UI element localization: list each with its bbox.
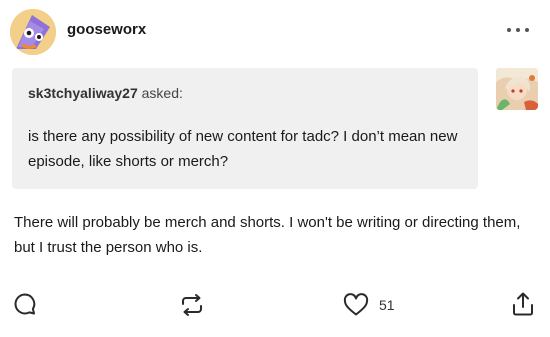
share-icon-glyph	[513, 292, 533, 316]
reply-icon[interactable]	[13, 292, 37, 316]
dot	[516, 28, 520, 32]
ask-box: sk3tchyaliway27 asked: is there any poss…	[12, 68, 478, 189]
reblog-icon-glyph	[182, 294, 202, 316]
reply-icon-glyph	[14, 293, 36, 315]
post: gooseworx sk3tchyaliway27 asked: is ther…	[0, 0, 550, 337]
question-text: is there any possibility of new content …	[28, 128, 458, 170]
like-count: 51	[379, 297, 395, 313]
dot	[525, 28, 529, 32]
dot	[507, 28, 511, 32]
asker-avatar[interactable]	[496, 68, 538, 110]
heart-icon[interactable]	[343, 293, 369, 317]
username[interactable]: gooseworx	[67, 21, 146, 38]
avatar-illustration	[10, 9, 56, 55]
asked-label: asked:	[137, 85, 183, 101]
asker-name[interactable]: sk3tchyaliway27	[28, 85, 138, 101]
heart-icon-glyph	[343, 293, 369, 316]
asker-line: sk3tchyaliway27 asked:	[28, 85, 183, 101]
share-icon[interactable]	[511, 291, 535, 317]
answer-text: There will probably be merch and shorts.…	[14, 214, 521, 256]
more-options-icon[interactable]	[507, 22, 529, 38]
reblog-icon[interactable]	[179, 292, 205, 318]
asker-avatar-illustration	[496, 68, 538, 110]
user-avatar[interactable]	[10, 9, 56, 55]
like-group: 51	[343, 292, 395, 318]
